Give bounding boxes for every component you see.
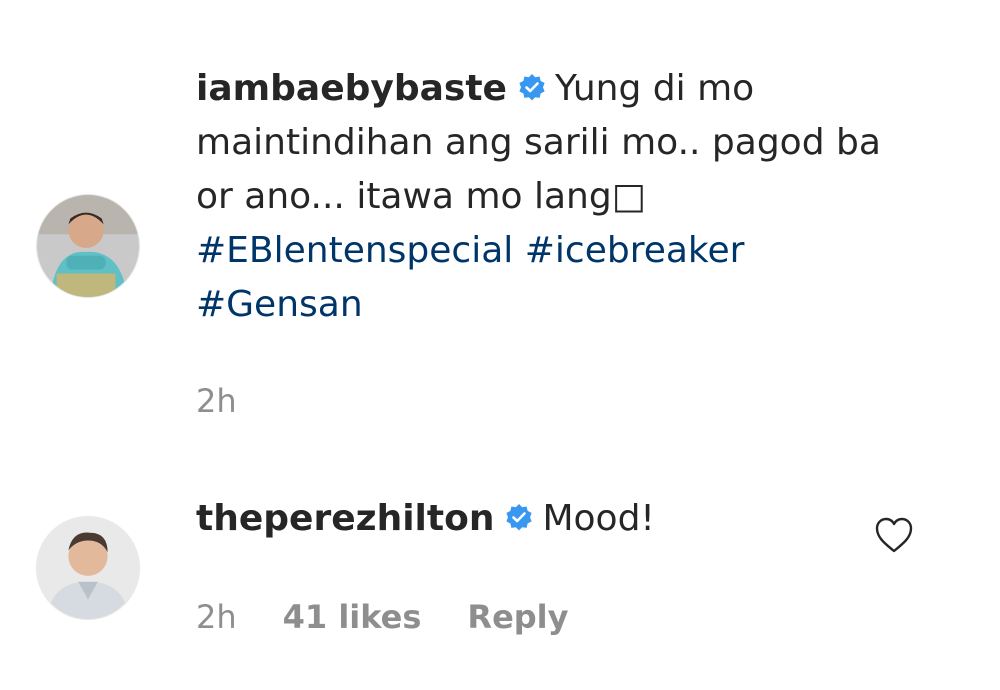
timestamp-link[interactable]: 2h [196,598,237,636]
avatar[interactable] [36,194,140,298]
comment-meta: 2h [196,382,283,420]
caption-line: Yung di mo [554,68,755,109]
hashtag-link[interactable]: #icebreaker [525,230,745,271]
username-link[interactable]: iambaebybaste [196,68,507,109]
user-avatar-man-icon [37,517,139,619]
timestamp-link[interactable]: 2h [196,382,237,420]
username-link[interactable]: theperezhilton [196,498,494,539]
verified-badge-icon [517,73,547,103]
avatar[interactable] [36,516,140,620]
heart-icon[interactable] [874,516,914,554]
hashtag-link[interactable]: #EBlentenspecial [196,230,513,271]
comment-text: Mood! [542,498,655,539]
comment-item: iambaebybaste Yung di mo maintindihan ang… [0,0,1000,470]
hashtag-line: #EBlentenspecial #icebreaker [196,224,916,278]
hashtag-line: #Gensan [196,278,916,332]
comment-meta: 2h 41 likes Reply [196,598,569,636]
user-avatar-boy-icon [37,195,139,297]
caption-line: maintindihan ang sarili mo.. pagod ba [196,122,881,163]
comment-body: theperezhilton Mood! [196,492,916,546]
comment-item: theperezhilton Mood! 2h 41 likes Reply [0,470,1000,690]
comment-body: iambaebybaste Yung di mo maintindihan ang… [196,62,916,332]
caption-line: or ano... itawa mo lang□ [196,176,646,217]
hashtag-link[interactable]: #Gensan [196,284,363,325]
reply-button[interactable]: Reply [467,598,568,636]
verified-badge-icon [504,503,534,533]
likes-count-button[interactable]: 41 likes [283,598,422,636]
